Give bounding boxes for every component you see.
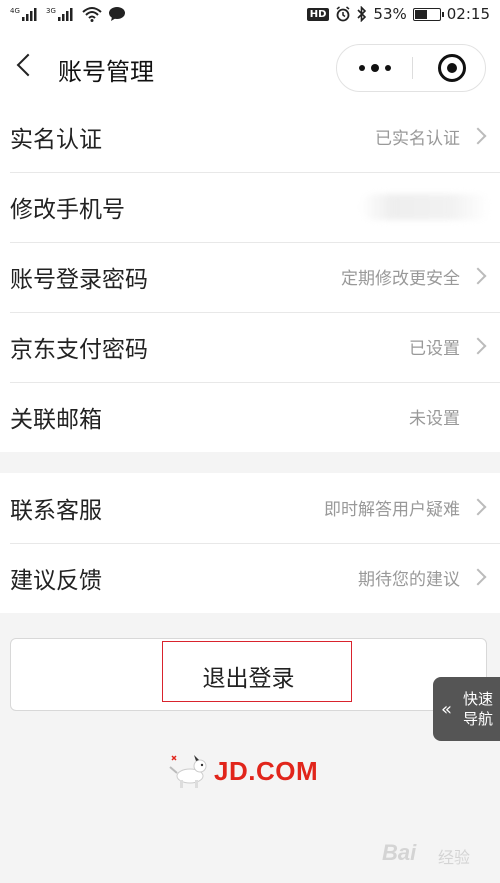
list-item-label: 京东支付密码 <box>10 337 148 363</box>
chevron-right-icon <box>469 127 487 145</box>
more-dots-icon <box>359 64 391 73</box>
list-item-label: 联系客服 <box>10 498 102 524</box>
hd-badge: HD <box>306 7 330 21</box>
list-item-value: 即时解答用户疑难 <box>324 500 460 520</box>
signal-icon: 3G <box>46 7 73 21</box>
nav-bar: 账号管理 <box>0 30 500 102</box>
chevron-right-icon <box>469 498 487 516</box>
account-settings-list: 实名认证 已实名认证 修改手机号 账号登录密码 定期修改更安全 京东支付密码 已… <box>0 102 500 452</box>
blurred-phone-value <box>360 194 490 220</box>
list-item-change-phone[interactable]: 修改手机号 <box>0 172 500 242</box>
quick-nav-label: 快速 导航 <box>463 689 493 729</box>
list-item-value: 已设置 <box>409 339 460 359</box>
status-right: HD 53% 02:15 <box>306 5 490 23</box>
status-time: 02:15 <box>446 5 490 23</box>
target-icon <box>438 54 466 82</box>
double-chevron-left-icon: « <box>441 699 453 720</box>
baidu-watermark: Bai 经验 <box>382 828 492 876</box>
list-item-value: 定期修改更安全 <box>341 269 460 289</box>
bluetooth-icon <box>357 6 367 22</box>
chevron-right-icon <box>469 267 487 285</box>
quick-nav-button[interactable]: « 快速 导航 <box>433 677 500 741</box>
list-item-login-password[interactable]: 账号登录密码 定期修改更安全 <box>0 242 500 312</box>
list-item-feedback[interactable]: 建议反馈 期待您的建议 <box>0 543 500 613</box>
wifi-icon <box>82 7 102 22</box>
list-item-email[interactable]: 关联邮箱 未设置 <box>0 382 500 452</box>
logout-button[interactable]: 退出登录 <box>10 638 487 711</box>
logout-label: 退出登录 <box>202 666 295 692</box>
quick-nav-line1: 快速 <box>463 690 494 708</box>
support-list: 联系客服 即时解答用户疑难 建议反馈 期待您的建议 <box>0 473 500 613</box>
mini-program-capsule <box>336 44 486 92</box>
list-item-value: 已实名认证 <box>375 129 460 149</box>
chevron-right-icon <box>469 568 487 586</box>
battery-percent: 53% <box>373 5 407 23</box>
back-button[interactable] <box>14 52 38 80</box>
page-title: 账号管理 <box>58 58 154 86</box>
jd-logo-text: JD.COM <box>214 756 319 786</box>
list-item-label: 实名认证 <box>10 127 102 153</box>
list-item-label: 账号登录密码 <box>10 267 148 293</box>
status-left: 4G 3G <box>10 6 126 22</box>
watermark-text: Bai <box>382 840 417 865</box>
list-item-real-name[interactable]: 实名认证 已实名认证 <box>0 102 500 172</box>
signal-icon: 4G <box>10 7 37 21</box>
alarm-icon <box>336 6 350 22</box>
list-item-label: 修改手机号 <box>10 197 125 223</box>
close-mini-program-button[interactable] <box>413 45 485 91</box>
signal-4g-label: 4G <box>10 7 20 15</box>
signal-3g-label: 3G <box>46 7 56 15</box>
list-item-value: 未设置 <box>409 409 460 429</box>
jd-logo: JD.COM <box>168 752 338 792</box>
message-icon <box>109 7 125 21</box>
list-item-value: 期待您的建议 <box>358 570 460 590</box>
list-item-pay-password[interactable]: 京东支付密码 已设置 <box>0 312 500 382</box>
status-bar: 4G 3G HD 53% 02:15 <box>0 0 500 30</box>
jd-dog-icon <box>169 755 207 788</box>
quick-nav-line2: 导航 <box>463 710 494 728</box>
list-item-customer-service[interactable]: 联系客服 即时解答用户疑难 <box>0 473 500 543</box>
battery-icon <box>412 7 444 21</box>
list-item-label: 关联邮箱 <box>10 407 102 433</box>
chevron-right-icon <box>469 337 487 355</box>
more-button[interactable] <box>337 45 412 91</box>
battery-fill <box>414 9 427 19</box>
list-item-label: 建议反馈 <box>10 568 102 594</box>
watermark-sub: 经验 <box>438 848 471 867</box>
